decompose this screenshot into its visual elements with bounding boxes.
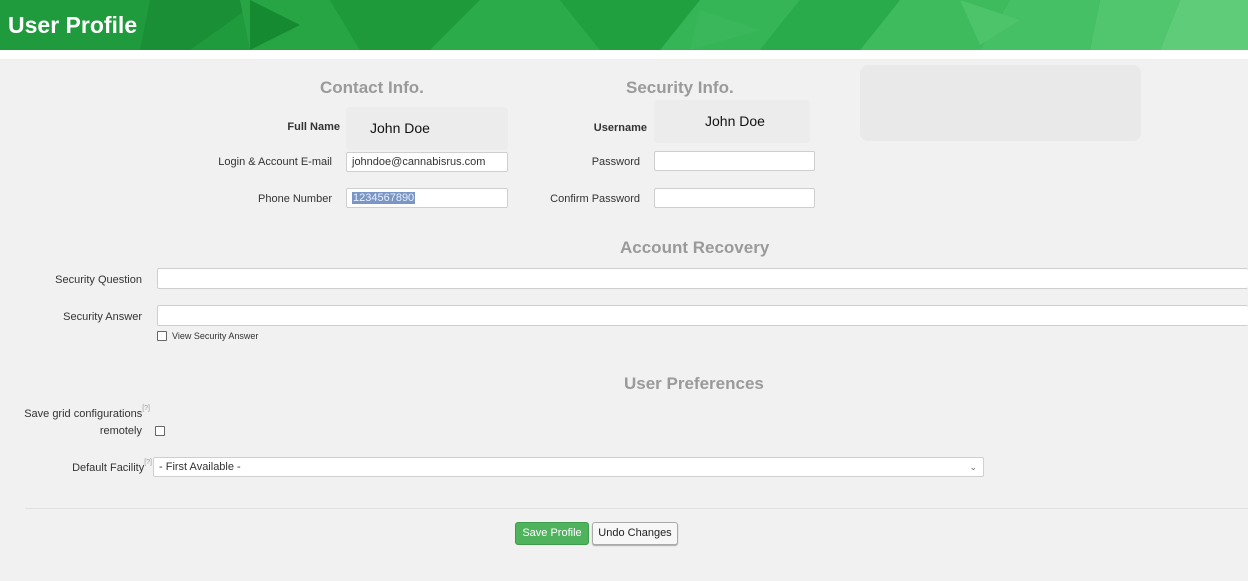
save-grid-label: Save grid configurations[?]	[0, 405, 150, 420]
full-name-value: John Doe	[370, 120, 430, 136]
side-panel	[860, 65, 1141, 141]
chevron-down-icon: ⌄	[969, 462, 977, 472]
default-facility-value: - First Available -	[159, 461, 241, 473]
confirm-password-field[interactable]	[654, 188, 815, 208]
user-preferences-heading: User Preferences	[624, 374, 764, 393]
security-answer-label: Security Answer	[63, 311, 142, 323]
email-field[interactable]: johndoe@cannabisrus.com	[346, 152, 508, 172]
security-answer-field[interactable]	[157, 305, 1248, 326]
full-name-label: Full Name	[287, 121, 340, 133]
contact-info-heading: Contact Info.	[320, 78, 424, 97]
account-recovery-heading: Account Recovery	[620, 238, 770, 257]
default-facility-label: Default Facility[?]	[40, 459, 152, 474]
phone-field[interactable]: 1234567890	[346, 188, 508, 208]
save-grid-label-line2: remotely	[99, 425, 142, 437]
header-underline	[0, 50, 1248, 59]
undo-changes-button[interactable]: Undo Changes	[592, 522, 678, 545]
save-grid-help-icon[interactable]: [?]	[142, 405, 150, 412]
phone-label: Phone Number	[258, 193, 332, 205]
confirm-password-label: Confirm Password	[550, 193, 640, 205]
save-grid-remotely-checkbox[interactable]	[155, 426, 165, 436]
default-facility-select[interactable]: - First Available - ⌄	[153, 457, 984, 477]
save-grid-label-text: Save grid configurations	[24, 408, 143, 420]
view-security-answer-checkbox[interactable]	[157, 331, 167, 341]
default-facility-label-text: Default Facility	[72, 462, 145, 474]
username-label: Username	[593, 122, 647, 134]
security-info-heading: Security Info.	[626, 78, 734, 97]
security-question-label: Security Question	[55, 274, 142, 286]
default-facility-help-icon[interactable]: [?]	[144, 459, 152, 466]
email-label: Login & Account E-mail	[218, 156, 332, 168]
page-title: User Profile	[8, 12, 138, 38]
view-security-answer-label: View Security Answer	[172, 331, 259, 341]
divider	[25, 508, 1248, 509]
page-header: User Profile	[0, 0, 1248, 50]
phone-value: 1234567890	[352, 192, 416, 204]
security-question-field[interactable]	[157, 268, 1248, 289]
password-field[interactable]	[654, 151, 815, 171]
save-profile-button[interactable]: Save Profile	[515, 522, 589, 545]
username-value: John Doe	[705, 113, 765, 129]
header-banner-pattern	[140, 0, 1248, 50]
password-label: Password	[591, 156, 640, 168]
